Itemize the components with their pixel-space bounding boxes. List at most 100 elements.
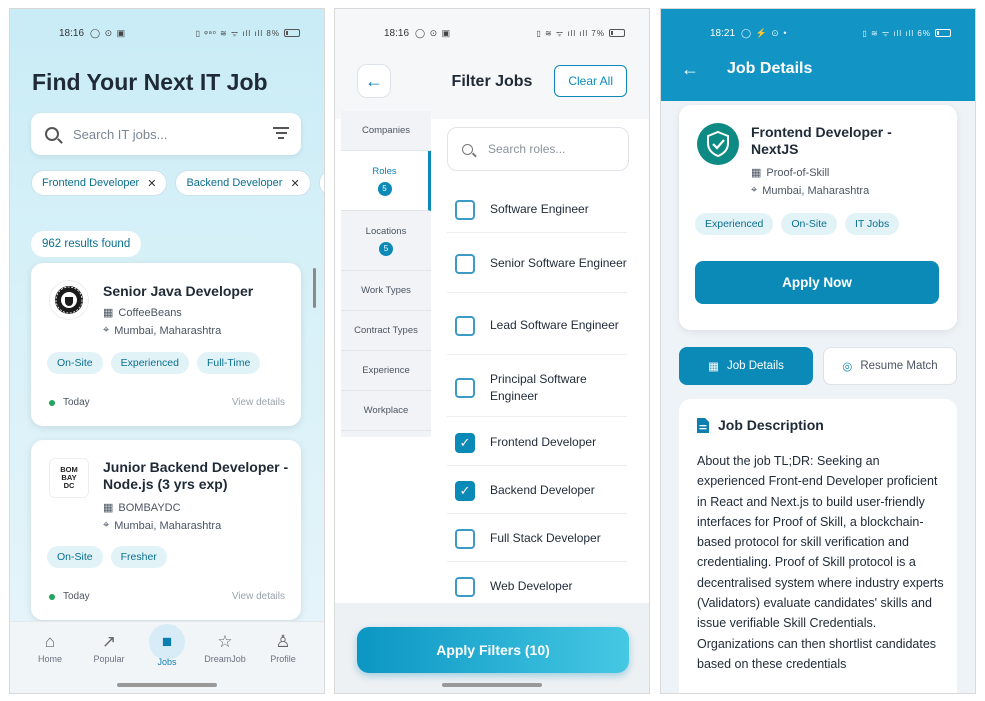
close-icon[interactable]: ✕ [147,177,156,190]
building-icon: ▦ [103,307,114,319]
notification-icons: ◯ ⊙ ▣ [415,27,452,38]
job-details-screen: 18:21 ◯ ⚡ ⊙ • ▯ ≋ ᯤ ıll ıll 6% ← Job Det… [660,8,976,694]
app-bar [661,9,975,101]
count-badge: 5 [377,181,392,196]
job-card[interactable]: BOM BAY DC Junior Backend Developer - Node… [31,440,301,620]
tag: Experienced [110,352,189,374]
sidebar-item-work-types[interactable]: Work Types [341,271,431,311]
checkbox[interactable] [455,528,475,549]
job-tags: On-Site Fresher [47,546,167,568]
nav-label: Jobs [157,657,177,667]
role-option[interactable]: ✓ Backend Developer [447,468,627,514]
document-icon [697,417,709,433]
location-row: ⌖ Mumbai, Maharashtra [103,519,221,532]
location-pin-icon: ⌖ [751,184,758,196]
page-title: Job Details [727,60,813,77]
home-indicator [442,683,542,687]
role-option[interactable]: Lead Software Engineer [447,297,627,355]
tab-job-details[interactable]: ▦ Job Details [679,347,813,385]
section-heading: Job Description [697,417,824,433]
home-icon: ⌂ [44,632,56,651]
role-option[interactable]: ✓ Frontend Developer [447,420,627,466]
filter-chip[interactable]: Backend Developer ✕ [175,170,311,196]
checkbox[interactable] [455,253,475,274]
option-label: Backend Developer [490,483,595,497]
active-filter-chips: Frontend Developer ✕ Backend Developer ✕ [31,170,324,196]
status-bar: 18:16 ◯ ⊙ ▣ ▯ ≋ ᯤ ıll ıll 7% [335,25,649,41]
search-bar[interactable]: Search IT jobs... [31,113,301,155]
job-card[interactable]: Senior Java Developer ▦ CoffeeBeans ⌖ Mumb… [31,263,301,426]
svg-text:DC: DC [64,481,75,490]
job-title: Frontend Developer - NextJS [751,124,892,157]
job-description-card: Job Description About the job TL;DR: See… [679,399,957,693]
back-arrow-icon[interactable]: ← [681,59,699,80]
option-label: Web Developer [490,579,573,593]
status-bar: 18:21 ◯ ⚡ ⊙ • ▯ ≋ ᯤ ıll ıll 6% [661,25,975,41]
battery-icon [609,29,625,37]
battery-icon [284,29,300,37]
sidebar-item-experience[interactable]: Experience [341,351,431,391]
nav-jobs[interactable]: ■ Jobs [142,624,192,667]
filter-category-sidebar: Companies Roles 5 Locations 5 Work Types C… [341,111,431,437]
scrollbar[interactable] [313,268,316,308]
search-input[interactable]: Search IT jobs... [73,127,167,142]
company-row: ▦ CoffeeBeans [103,306,182,320]
option-label: Senior Software Engineer [490,256,627,270]
section-title: Job Description [718,417,824,433]
company-logo [49,280,89,320]
company-row: ▦ BOMBAYDC [103,501,181,515]
nav-popular[interactable]: ↗ Popular [84,630,134,664]
tab-label: Job Details [726,360,784,372]
location-row: ⌖ Mumbai, Maharashtra [103,324,221,337]
job-summary-card: Frontend Developer - NextJS ▦ Proof-of-Sk… [679,105,957,330]
role-option[interactable]: Full Stack Developer [447,516,627,562]
page-title: Find Your Next IT Job [32,69,268,95]
sidebar-item-workplace[interactable]: Workplace [341,391,431,431]
role-option[interactable]: Principal Software Engineer [447,359,627,417]
filter-chip[interactable]: Frontend Developer ✕ [31,170,168,196]
checkbox-checked[interactable]: ✓ [455,480,475,501]
bottom-navigation: ⌂ Home ↗ Popular ■ Jobs ☆ DreamJob ♙ Profile [10,621,324,693]
count-badge: 5 [379,241,393,256]
status-dot [49,593,55,600]
sidebar-item-companies[interactable]: Companies [341,111,431,151]
clear-all-button[interactable]: Clear All [554,65,627,97]
filter-chip-partial[interactable] [318,170,324,196]
company-logo: BOM BAY DC [49,458,89,498]
checkbox[interactable] [455,377,475,398]
view-details-link[interactable]: View details [232,591,285,602]
job-description-text: About the job TL;DR: Seeking an experien… [697,454,944,671]
tag: Full-Time [196,352,261,374]
company-name: Proof-of-Skill [766,166,830,179]
nav-dreamjob[interactable]: ☆ DreamJob [200,630,250,664]
filter-screen: 18:16 ◯ ⊙ ▣ ▯ ≋ ᯤ ıll ıll 7% ← Filter Jo… [334,8,650,694]
role-search[interactable]: Search roles... [447,127,629,171]
checkbox[interactable] [455,576,475,597]
chip-label: Backend Developer [186,177,283,189]
checkbox-checked[interactable]: ✓ [455,432,475,453]
checkbox[interactable] [455,199,475,220]
sidebar-item-contract-types[interactable]: Contract Types [341,311,431,351]
search-input[interactable]: Search roles... [488,142,565,156]
sidebar-item-roles[interactable]: Roles 5 [341,151,431,211]
apply-filters-button[interactable]: Apply Filters (10) [357,627,629,673]
location-text: Mumbai, Maharashtra [762,184,870,197]
company-name: BOMBAYDC [118,501,181,514]
close-icon[interactable]: ✕ [290,177,299,190]
signal-battery-text: ▯ ≋ ᯤ ıll ıll 6% [862,28,931,38]
nav-home[interactable]: ⌂ Home [25,630,75,664]
option-label: Lead Software Engineer [490,318,619,332]
nav-profile[interactable]: ♙ Profile [258,630,308,664]
filter-icon[interactable] [273,127,289,142]
signal-battery-text: ▯ ᵠᵃᵒ ≋ ᯤ ıll ıll 8% [195,28,280,38]
role-option[interactable]: Senior Software Engineer [447,235,627,293]
checkbox[interactable] [455,315,475,336]
sidebar-item-locations[interactable]: Locations 5 [341,211,431,271]
tag: Experienced [695,213,774,235]
view-details-link[interactable]: View details [232,397,285,408]
building-icon: ▦ [708,361,719,373]
sidebar-label: Roles [372,165,397,177]
role-option[interactable]: Software Engineer [447,187,627,233]
tab-resume-match[interactable]: ◎ Resume Match [823,347,957,385]
apply-now-button[interactable]: Apply Now [695,261,939,304]
